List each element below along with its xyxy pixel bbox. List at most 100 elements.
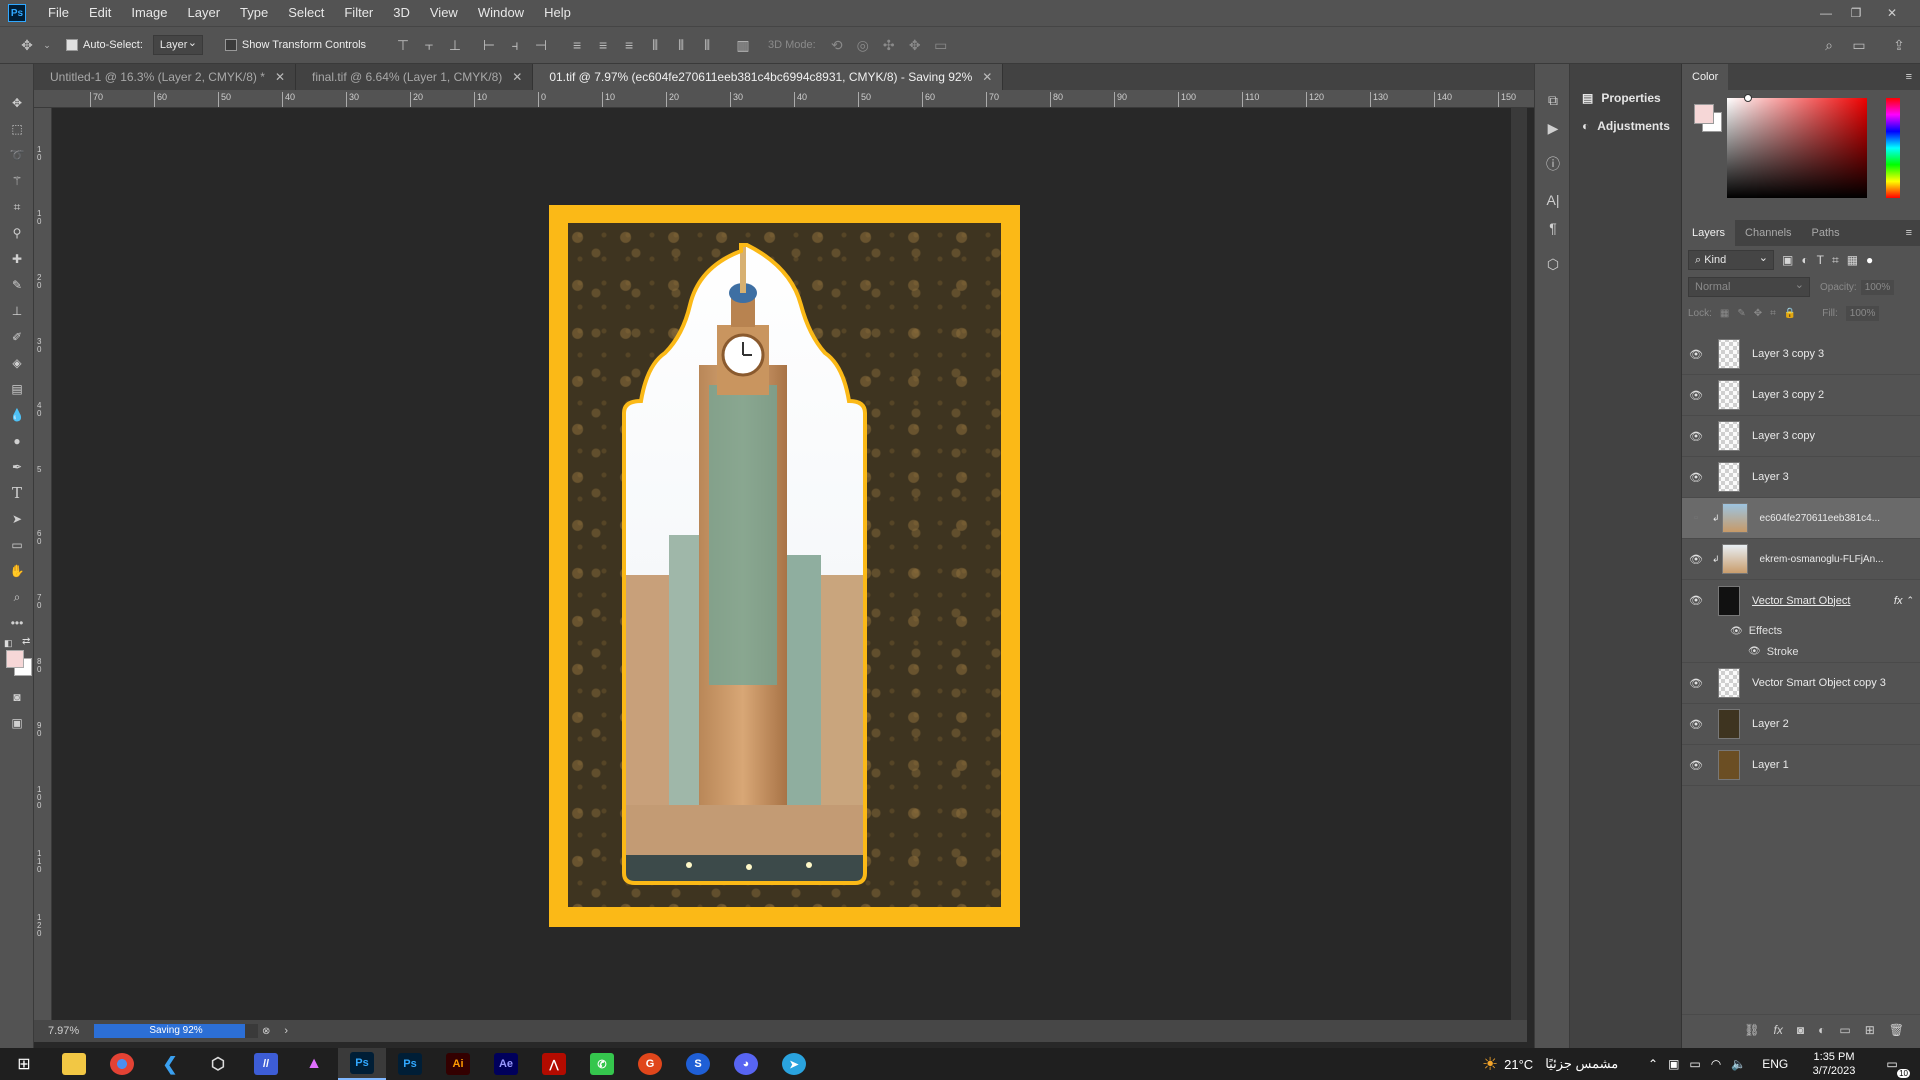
panel-menu-icon[interactable]: ≡ <box>1906 71 1912 83</box>
add-mask-icon[interactable]: ◙ <box>1797 1023 1804 1037</box>
visibility-eye-icon[interactable]: 👁 <box>1748 646 1761 657</box>
menu-image[interactable]: Image <box>121 0 177 26</box>
layer-row[interactable]: 👁 Layer 3 copy 2 <box>1682 375 1920 416</box>
screen-mode-icon[interactable]: ▣ <box>0 710 34 736</box>
hand-tool-icon[interactable]: ✋ <box>0 558 34 584</box>
layer-row[interactable]: 👁 Layer 3 copy <box>1682 416 1920 457</box>
menu-file[interactable]: File <box>38 0 79 26</box>
crop-tool-icon[interactable]: ⌗ <box>0 194 34 220</box>
photoshop-alt-taskbar-icon[interactable]: Ps <box>386 1048 434 1080</box>
adjustment-layer-icon[interactable]: ◐ <box>1818 1023 1825 1037</box>
tab-channels[interactable]: Channels <box>1735 220 1801 246</box>
opacity-value[interactable]: 100% <box>1860 279 1895 295</box>
more-tools-icon[interactable]: ••• <box>0 610 34 636</box>
skype-icon[interactable]: S <box>674 1048 722 1080</box>
after-effects-icon[interactable]: Ae <box>482 1048 530 1080</box>
layer-row[interactable]: 👁 Layer 3 <box>1682 457 1920 498</box>
orbit-3d-icon[interactable]: ⟲ <box>826 34 848 56</box>
align-top-icon[interactable]: ⊤ <box>392 34 414 56</box>
stroke-effect-row[interactable]: 👁 Stroke <box>1682 641 1920 663</box>
illustrator-icon[interactable]: Ai <box>434 1048 482 1080</box>
menu-help[interactable]: Help <box>534 0 581 26</box>
discord-icon[interactable]: ◕ <box>722 1048 770 1080</box>
visibility-eye-icon[interactable]: 👁 <box>1682 471 1710 484</box>
type-tool-icon[interactable]: T <box>0 480 34 506</box>
tab-layers[interactable]: Layers <box>1682 220 1736 246</box>
layer-row[interactable]: 👁 Layer 1 <box>1682 745 1920 786</box>
checkbox-checked-icon[interactable] <box>66 39 78 51</box>
weather-widget[interactable]: ☀ 21°C مشمس جزئيًا <box>1482 1048 1618 1080</box>
visibility-eye-icon[interactable]: 👁 <box>1730 626 1743 637</box>
telegram-icon[interactable]: ➤ <box>770 1048 818 1080</box>
visibility-eye-icon[interactable]: 👁 <box>1682 389 1710 402</box>
vectornator-icon[interactable]: // <box>242 1048 290 1080</box>
align-hcenter-icon[interactable]: ⫞ <box>504 34 526 56</box>
type-filter-icon[interactable]: T <box>1817 253 1824 267</box>
layer-kind-dropdown[interactable]: ⌕ Kind <box>1688 249 1774 270</box>
menu-3d[interactable]: 3D <box>383 0 420 26</box>
visibility-eye-icon[interactable]: 👁 <box>1682 759 1710 772</box>
clock[interactable]: 1:35 PM 3/7/2023 <box>1796 1050 1872 1078</box>
visibility-eye-icon[interactable]: 👁 <box>1682 553 1710 566</box>
volume-icon[interactable]: 🔈 <box>1731 1057 1746 1071</box>
lock-pixels-icon[interactable]: ✎ <box>1737 308 1745 319</box>
chevron-up-icon[interactable]: ⌃ <box>1906 595 1914 606</box>
dodge-tool-icon[interactable]: ● <box>0 428 34 454</box>
new-group-icon[interactable]: ▭ <box>1839 1023 1850 1037</box>
language-indicator[interactable]: ENG <box>1762 1057 1788 1071</box>
battery-icon[interactable]: ▭ <box>1689 1057 1700 1071</box>
auto-select-dropdown[interactable]: Layer <box>152 34 203 55</box>
slide-3d-icon[interactable]: ✥ <box>904 34 926 56</box>
distribute-bottom-icon[interactable]: ≡ <box>618 34 640 56</box>
roll-3d-icon[interactable]: ◎ <box>852 34 874 56</box>
swap-colors-icon[interactable]: ⇄ <box>22 636 30 647</box>
layer-row[interactable]: 👁 Layer 2 <box>1682 704 1920 745</box>
effects-row[interactable]: 👁 Effects <box>1682 621 1920 641</box>
close-icon[interactable]: ✕ <box>982 64 992 90</box>
menu-window[interactable]: Window <box>468 0 534 26</box>
pen-tool-icon[interactable]: ✒ <box>0 454 34 480</box>
shape-filter-icon[interactable]: ⌗ <box>1832 253 1839 268</box>
distribute-vcenter-icon[interactable]: ≡ <box>592 34 614 56</box>
info-icon[interactable]: ⓘ <box>1535 150 1571 178</box>
3d-icon[interactable]: ⬡ <box>1535 250 1571 278</box>
grammarly-icon[interactable]: G <box>626 1048 674 1080</box>
notifications-icon[interactable]: ▭ 10 <box>1880 1054 1910 1078</box>
play-icon[interactable]: ▶ <box>1535 114 1571 142</box>
tab-untitled-1[interactable]: Untitled-1 @ 16.3% (Layer 2, CMYK/8) * ✕ <box>34 64 296 90</box>
layer-row[interactable]: 👁 Layer 3 copy 3 <box>1682 334 1920 375</box>
lock-all-icon[interactable]: 🔒 <box>1784 308 1796 319</box>
chevron-up-icon[interactable]: ⌃ <box>1648 1057 1658 1071</box>
tab-01-tif[interactable]: 01.tif @ 7.97% (ec604fe270611eeb381c4bc6… <box>533 64 1004 90</box>
cancel-save-icon[interactable]: ⊗ <box>262 1026 270 1037</box>
new-layer-icon[interactable]: ⊞ <box>1865 1023 1875 1037</box>
distribute-left-icon[interactable]: ⦀ <box>644 34 666 56</box>
paragraph-icon[interactable]: ¶ <box>1535 214 1571 242</box>
layer-row-selected[interactable]: ▫ ↲ ec604fe270611eeb381c4... <box>1682 498 1920 539</box>
search-icon[interactable]: ⌕ <box>1818 34 1840 56</box>
layer-row[interactable]: 👁 Vector Smart Object copy 3 <box>1682 663 1920 704</box>
layer-row[interactable]: 👁 Vector Smart Object fx ⌃ <box>1682 580 1920 621</box>
distribute-top-icon[interactable]: ≡ <box>566 34 588 56</box>
filter-toggle-icon[interactable]: ● <box>1866 253 1873 267</box>
foreground-color-swatch[interactable] <box>6 650 24 668</box>
close-icon[interactable]: ✕ <box>512 64 522 90</box>
pan-3d-icon[interactable]: ✣ <box>878 34 900 56</box>
close-window-icon[interactable]: ✕ <box>1878 0 1906 26</box>
visibility-eye-icon[interactable]: 👁 <box>1682 430 1710 443</box>
vscode-icon[interactable]: ❮ <box>146 1048 194 1080</box>
auto-select-checkbox[interactable]: Auto-Select: <box>66 39 143 51</box>
gradient-tool-icon[interactable]: ▤ <box>0 376 34 402</box>
restore-icon[interactable]: ❐ <box>1842 0 1870 26</box>
layer-row[interactable]: 👁 ↲ ekrem-osmanoglu-FLFjAn... <box>1682 539 1920 580</box>
fx-badge[interactable]: fx <box>1894 595 1903 607</box>
menu-type[interactable]: Type <box>230 0 278 26</box>
align-vcenter-icon[interactable]: ⫟ <box>418 34 440 56</box>
tab-final-tif[interactable]: final.tif @ 6.64% (Layer 1, CMYK/8) ✕ <box>296 64 534 90</box>
windows-start-icon[interactable]: ⊞ <box>0 1048 48 1080</box>
visibility-eye-icon[interactable]: 👁 <box>1682 718 1710 731</box>
unity-icon[interactable]: ⬡ <box>194 1048 242 1080</box>
menu-view[interactable]: View <box>420 0 468 26</box>
lock-transparency-icon[interactable]: ▦ <box>1720 308 1729 319</box>
eyedropper-tool-icon[interactable]: ⚲ <box>0 220 34 246</box>
